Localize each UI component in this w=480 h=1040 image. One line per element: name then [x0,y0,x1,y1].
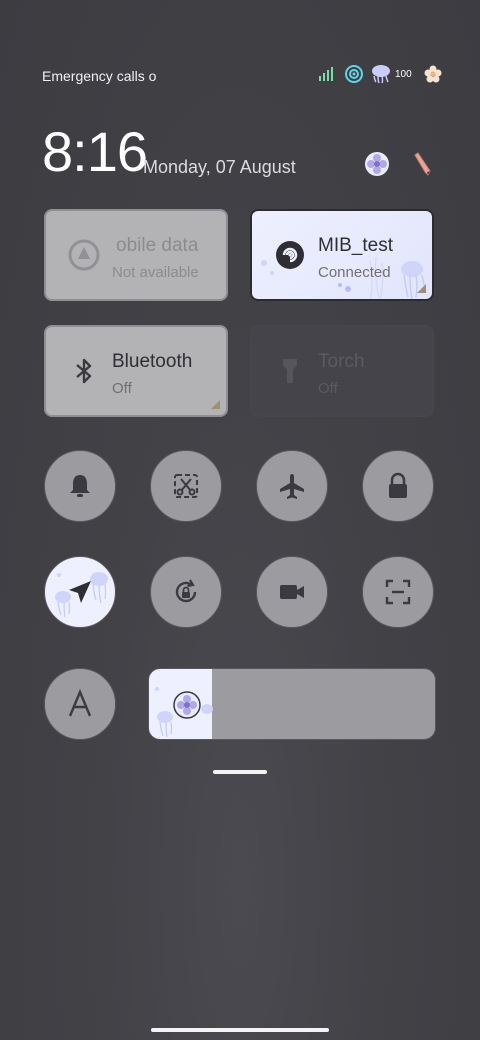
expand-corner-indicator[interactable] [211,400,220,409]
scissors-icon [174,474,198,498]
screen-record-toggle[interactable] [256,556,328,628]
mobile-data-status: Not available [112,264,199,281]
torch-title: Torch [318,351,365,372]
bluetooth-status: Off [112,380,132,397]
video-camera-icon [280,585,304,599]
wifi-network-name: MIB_test [318,235,393,256]
location-toggle[interactable] [44,556,116,628]
airplane-mode-toggle[interactable] [256,450,328,522]
rotate-lock-icon [175,579,197,603]
bell-icon [70,475,90,497]
status-icons: 100 [318,63,442,85]
clock-time: 8:16 [42,120,148,183]
status-carrier-text: Emergency calls o [42,68,157,84]
airplane-icon [280,474,304,499]
torch-status: Off [318,380,338,397]
auto-rotate-toggle[interactable] [150,556,222,628]
expand-corner-indicator[interactable] [417,284,426,293]
wifi-tile[interactable]: MIB_test Connected [250,209,434,301]
clock-date: Monday, 07 August [143,157,296,177]
battery-level: 100 [395,68,412,80]
mobile-data-title: obile data [116,235,199,256]
flower-icon [424,65,442,83]
home-gesture-bar[interactable] [151,1028,329,1032]
scanner-toggle[interactable] [362,556,434,628]
mobile-data-tile[interactable]: obile data Not available [44,209,228,301]
sound-toggle[interactable] [44,450,116,522]
bluetooth-tile[interactable]: Bluetooth Off [44,325,228,417]
brightness-slider[interactable] [148,668,436,740]
wifi-icon [345,65,363,83]
brightness-flower-icon[interactable] [173,691,201,719]
location-arrow-icon [69,581,91,603]
auto-brightness-toggle[interactable] [44,668,116,740]
wifi-icon [276,241,304,269]
lock-toggle[interactable] [362,450,434,522]
theme-flower-icon[interactable] [364,151,390,177]
torch-icon [283,359,297,383]
panel-drag-handle[interactable] [213,770,267,774]
bluetooth-icon [76,358,92,384]
bluetooth-title: Bluetooth [112,351,193,372]
signal-icon [319,67,333,81]
screenshot-toggle[interactable] [150,450,222,522]
wifi-status: Connected [318,264,391,281]
battery-icon [372,65,390,84]
edit-pencil-icon[interactable] [414,151,434,177]
mobile-data-icon [68,239,100,271]
letter-a-icon [68,689,92,717]
lock-icon [389,472,407,498]
scan-icon [385,579,411,605]
torch-tile[interactable]: Torch Off [250,325,434,417]
